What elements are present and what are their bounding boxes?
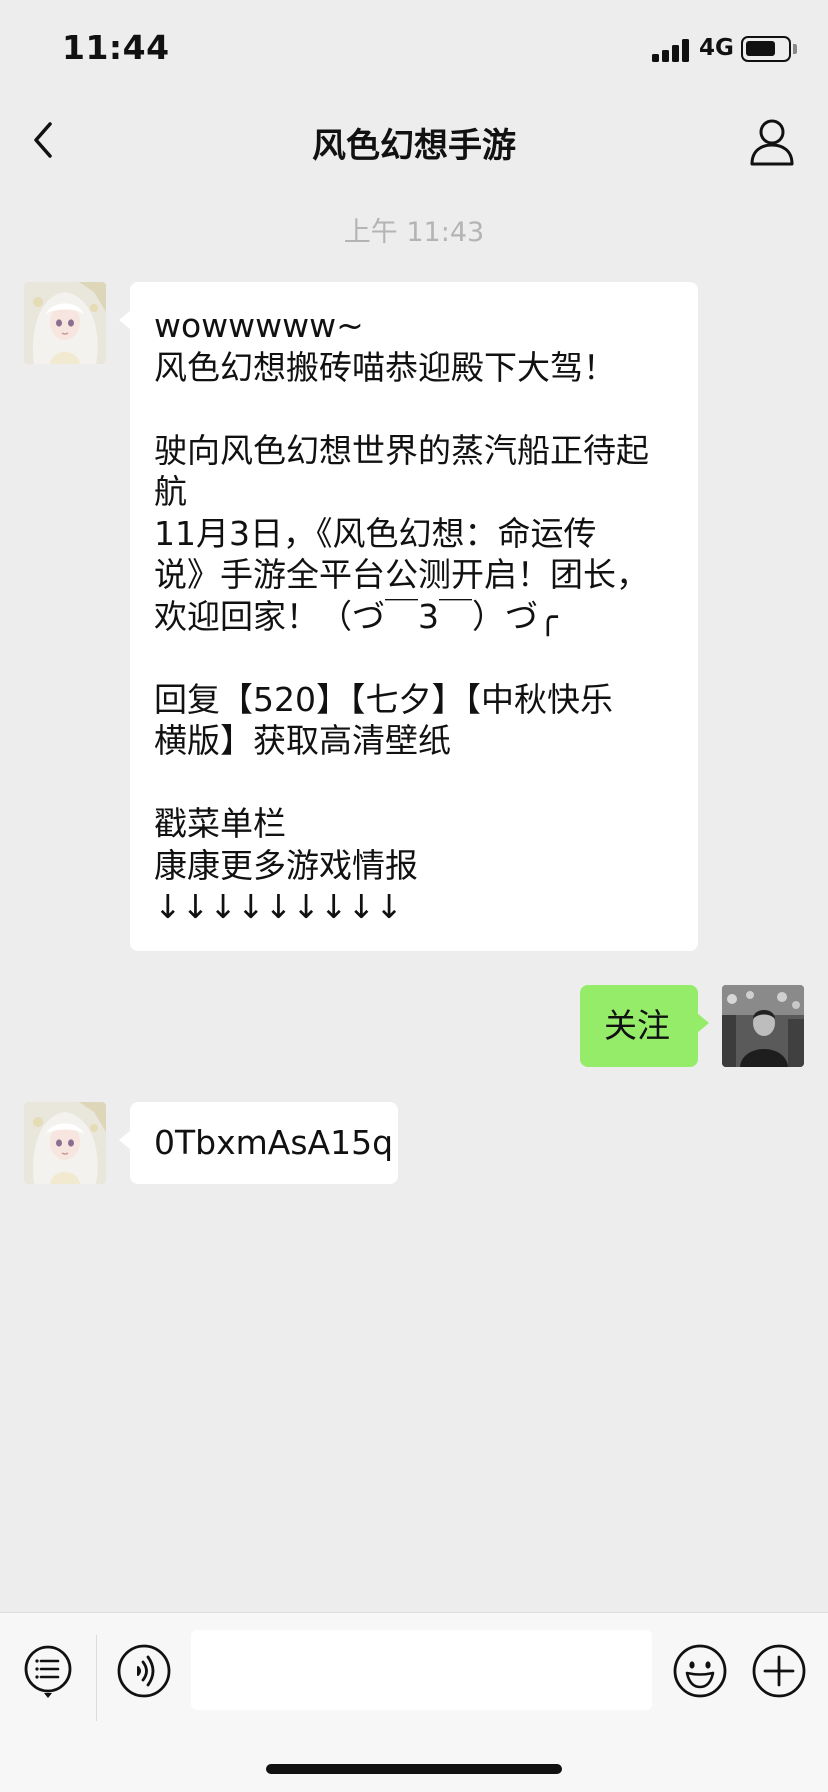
message-text-line: 11月3日，《风色幻想：命运传 xyxy=(154,513,597,553)
message-text-line: 风色幻想搬砖喵恭迎殿下大驾！ xyxy=(154,347,616,387)
message-text-line: 说》手游全平台公测开启！团长， xyxy=(154,555,649,594)
message-text-line: wowwwww~ xyxy=(154,306,364,345)
status-time: 11:44 xyxy=(62,28,170,67)
official-account-avatar[interactable] xyxy=(24,282,106,364)
message-text-line xyxy=(154,762,674,804)
official-account-avatar[interactable] xyxy=(24,1102,106,1184)
emoji-button[interactable] xyxy=(672,1643,728,1699)
nav-bar: 风色幻想手游 xyxy=(0,100,828,182)
message-text-line xyxy=(154,637,674,679)
outgoing-message-bubble[interactable]: 关注 xyxy=(580,985,709,1067)
status-bar: 11:44 4G xyxy=(0,0,828,100)
message-text-line xyxy=(154,388,674,430)
more-button[interactable] xyxy=(751,1643,807,1699)
message-input[interactable] xyxy=(191,1630,652,1710)
anime-character-avatar-image xyxy=(24,282,106,364)
my-avatar[interactable] xyxy=(722,985,804,1067)
message-text-line: 回复【520】【七夕】【中秋快乐 xyxy=(154,679,613,719)
voice-icon xyxy=(117,1644,171,1698)
input-divider xyxy=(96,1635,97,1721)
profile-button[interactable] xyxy=(744,114,800,170)
battery-tip xyxy=(793,44,797,54)
plus-icon xyxy=(752,1644,806,1698)
battery-icon xyxy=(741,36,791,62)
page-title: 风色幻想手游 xyxy=(312,126,516,166)
menu-button[interactable] xyxy=(20,1643,76,1699)
message-text-line: 戳菜单栏 xyxy=(154,804,286,843)
person-icon xyxy=(750,119,794,166)
message-text-line: 关注 xyxy=(604,1006,670,1045)
incoming-message-bubble[interactable]: wowwwww~ 风色幻想搬砖喵恭迎殿下大驾！ 驶向风色幻想世界的蒸汽船正待起 … xyxy=(119,282,698,951)
message-text-line: 横版】获取高清壁纸 xyxy=(154,721,451,760)
message-text-line: 驶向风色幻想世界的蒸汽船正待起 xyxy=(154,430,649,470)
message-text-line: 航 xyxy=(154,472,187,511)
message-text-line: 欢迎回家！（づ￣3￣）づ╭ xyxy=(154,596,558,636)
anime-character-avatar-image xyxy=(24,1102,106,1184)
message-text-line: ↓↓↓↓↓↓↓↓↓ xyxy=(154,887,403,926)
chat-timestamp: 上午 11:43 xyxy=(343,217,485,248)
battery-level xyxy=(746,41,775,56)
menu-list-icon xyxy=(24,1645,72,1698)
voice-button[interactable] xyxy=(116,1643,172,1699)
signal-strength-icon xyxy=(652,38,692,62)
message-text-line: 0TbxmAsA15q xyxy=(154,1123,394,1162)
network-type: 4G xyxy=(699,35,734,61)
incoming-message-bubble[interactable]: 0TbxmAsA15q xyxy=(119,1102,398,1184)
home-indicator[interactable] xyxy=(266,1764,562,1774)
person-photo-avatar-image xyxy=(722,985,804,1067)
message-text-line: 康康更多游戏情报 xyxy=(154,845,418,885)
emoji-icon xyxy=(673,1644,727,1698)
